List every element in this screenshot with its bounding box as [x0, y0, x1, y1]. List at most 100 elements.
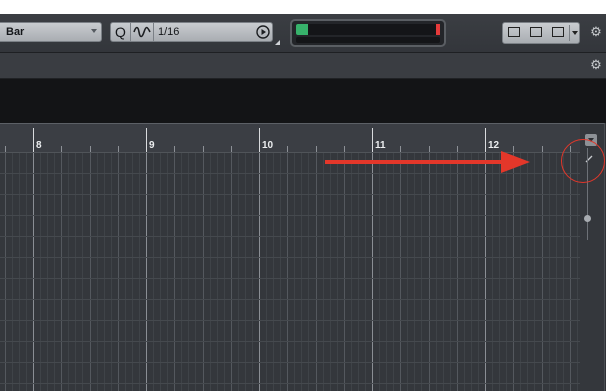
grid-sub-line [125, 153, 126, 391]
grid-sub-line [436, 153, 437, 391]
grid-sub-line [499, 153, 500, 391]
layout-left-icon[interactable] [508, 27, 520, 37]
grid-row-line [0, 299, 580, 300]
grid-sub-line [132, 153, 133, 391]
grid-beat-line [203, 153, 204, 391]
chevron-down-icon[interactable] [572, 31, 578, 35]
grid-sub-line [492, 153, 493, 391]
grid-sub-line [365, 153, 366, 391]
grid-sub-line [386, 153, 387, 391]
grid-sub-line [181, 153, 182, 391]
meter-lane [296, 37, 440, 43]
grid-sub-line [68, 153, 69, 391]
grid-bar-line [146, 153, 147, 391]
ruler-beat-tick [90, 146, 91, 152]
grid-beat-line [118, 153, 119, 391]
grid-sub-line [153, 153, 154, 391]
info-line: ⚙ [0, 53, 606, 79]
expand-corner-icon[interactable] [275, 40, 280, 45]
grid-sub-line [556, 153, 557, 391]
grid-sub-line [323, 153, 324, 391]
timeline-ruler[interactable]: 8 9 10 11 12 [0, 124, 580, 153]
gear-icon[interactable]: ⚙ [589, 58, 603, 72]
overview-area [0, 79, 606, 123]
grid-sub-line [520, 153, 521, 391]
meter-fill [296, 24, 308, 35]
separator [130, 23, 131, 41]
grid-sub-line [414, 153, 415, 391]
grid-beat-line [570, 153, 571, 391]
grid-sub-line [407, 153, 408, 391]
grid-sub-line [506, 153, 507, 391]
ruler-beat-tick [203, 146, 204, 152]
grid-sub-line [54, 153, 55, 391]
grid-row-line [0, 383, 580, 384]
grid-beat-line [400, 153, 401, 391]
play-icon[interactable] [256, 25, 270, 39]
grid-sub-line [577, 153, 578, 391]
grid-sub-line [210, 153, 211, 391]
grid-sub-line [82, 153, 83, 391]
grid-sub-line [266, 153, 267, 391]
grid-sub-line [195, 153, 196, 391]
grid-beat-line [61, 153, 62, 391]
zoom-slider-handle[interactable] [584, 215, 591, 222]
grid-sub-line [393, 153, 394, 391]
ruler-beat-tick [5, 146, 6, 152]
grid-sub-line [26, 153, 27, 391]
bar-number: 8 [36, 140, 42, 151]
gear-icon[interactable]: ⚙ [589, 25, 603, 39]
ruler-beat-tick [287, 146, 288, 152]
grid-sub-line [167, 153, 168, 391]
grid-bar-line [485, 153, 486, 391]
quantize-control: Q 1/16 [110, 22, 280, 45]
ruler-bar-tick [485, 128, 486, 152]
grid-sub-line [351, 153, 352, 391]
grid-sub-line [330, 153, 331, 391]
layout-right-icon[interactable] [552, 27, 564, 37]
chevron-down-icon [91, 29, 97, 33]
ruler-format-select[interactable]: Bar [0, 22, 102, 42]
grid-sub-line [217, 153, 218, 391]
separator [153, 23, 154, 41]
bar-number: 10 [262, 140, 274, 151]
bar-number: 9 [149, 140, 155, 151]
grid-row-line [0, 320, 580, 321]
grid-sub-line [75, 153, 76, 391]
toolbar: Bar Q 1/16 ⚙ [0, 14, 606, 53]
iterative-quantize-icon[interactable] [133, 26, 151, 38]
grid-bar-line [372, 153, 373, 391]
grid-sub-line [337, 153, 338, 391]
quantize-value-select[interactable]: 1/16 [158, 26, 179, 38]
grid-beat-line [316, 153, 317, 391]
grid-sub-line [252, 153, 253, 391]
grid-beat-line [457, 153, 458, 391]
grid-sub-line [563, 153, 564, 391]
grid-beat-line [5, 153, 6, 391]
window-top-edge [0, 0, 606, 14]
quantize-icon[interactable]: Q [115, 24, 126, 40]
grid-sub-line [464, 153, 465, 391]
grid-sub-line [450, 153, 451, 391]
grid-sub-line [478, 153, 479, 391]
ruler-bar-tick [372, 128, 373, 152]
level-meter [290, 19, 446, 47]
grid-beat-line [287, 153, 288, 391]
grid-sub-line [97, 153, 98, 391]
annotation-arrow [325, 151, 530, 173]
grid-sub-line [104, 153, 105, 391]
ruler-beat-tick [118, 146, 119, 152]
note-grid[interactable] [0, 153, 580, 391]
grid-sub-line [160, 153, 161, 391]
grid-beat-line [344, 153, 345, 391]
layout-bottom-icon[interactable] [530, 27, 542, 37]
grid-sub-line [188, 153, 189, 391]
clip-indicator[interactable] [436, 24, 440, 35]
grid-sub-line [549, 153, 550, 391]
grid-sub-line [421, 153, 422, 391]
grid-row-line [0, 362, 580, 363]
grid-sub-line [273, 153, 274, 391]
grid-sub-line [47, 153, 48, 391]
grid-sub-line [40, 153, 41, 391]
grid-sub-line [443, 153, 444, 391]
